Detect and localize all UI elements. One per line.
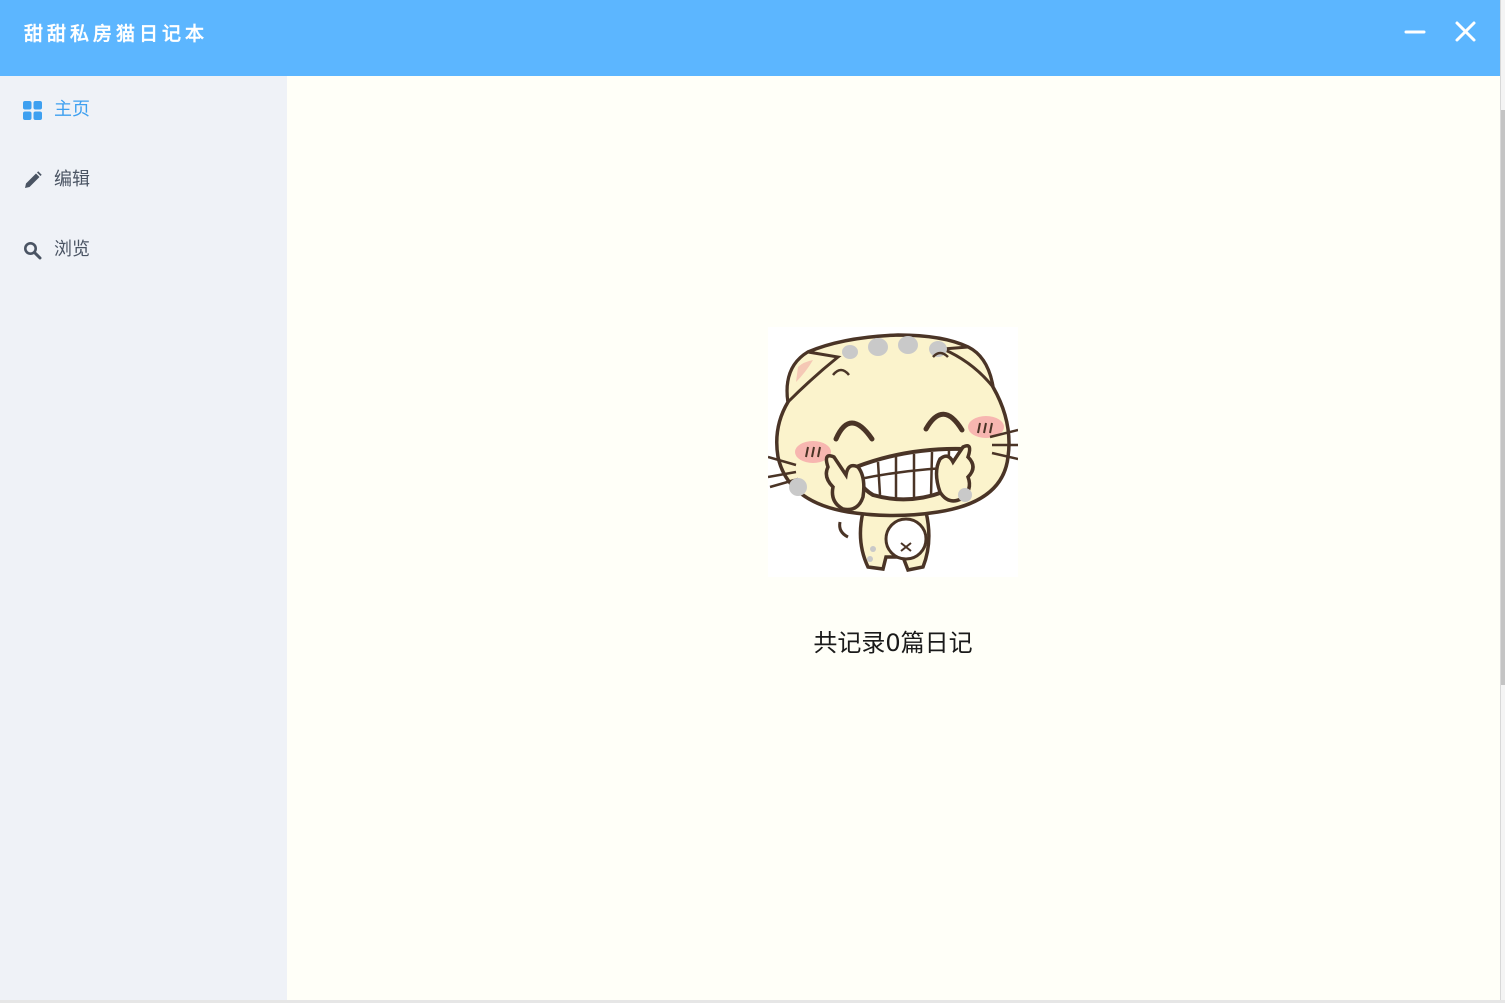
app-window: 甜甜私房猫日记本 主页 编辑 浏览 共记录0篇日记 — [0, 0, 1500, 1000]
sidebar-item-edit[interactable]: 编辑 — [0, 152, 287, 208]
main-content: 共记录0篇日记 — [287, 76, 1500, 1000]
search-icon — [23, 241, 42, 260]
pencil-icon — [23, 171, 42, 190]
sidebar: 主页 编辑 浏览 — [0, 76, 287, 1000]
grid-icon — [23, 101, 42, 120]
sidebar-item-browse[interactable]: 浏览 — [0, 222, 287, 278]
background-scrollbar — [1501, 110, 1505, 685]
sidebar-item-label: 编辑 — [54, 169, 90, 190]
app-title: 甜甜私房猫日记本 — [24, 23, 209, 45]
minimize-button[interactable] — [1398, 14, 1432, 48]
minimize-icon — [1398, 14, 1432, 48]
diary-count-text: 共记录0篇日记 — [813, 629, 973, 657]
close-icon — [1448, 14, 1482, 48]
close-button[interactable] — [1448, 14, 1482, 48]
cat-illustration — [768, 327, 1018, 577]
sidebar-item-label: 浏览 — [54, 239, 90, 260]
title-bar[interactable]: 甜甜私房猫日记本 — [0, 0, 1500, 76]
sidebar-item-label: 主页 — [54, 99, 90, 120]
sidebar-item-home[interactable]: 主页 — [0, 82, 287, 138]
